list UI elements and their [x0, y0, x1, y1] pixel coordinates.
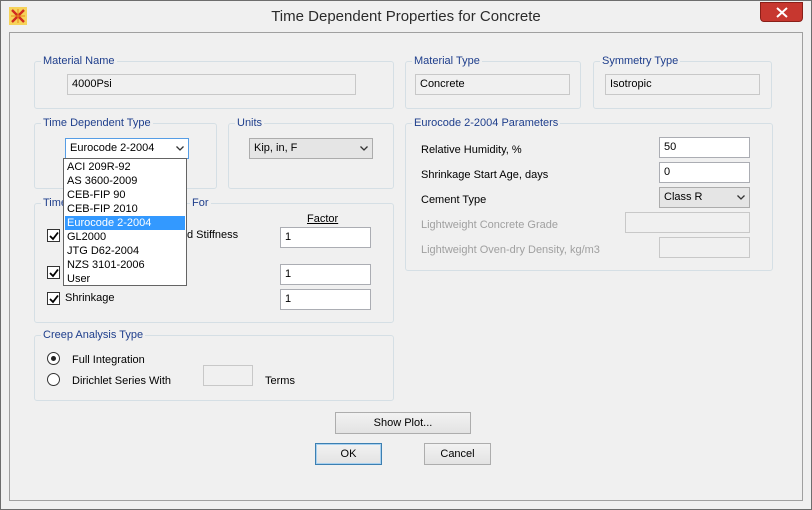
material-type-label: Material Type: [412, 55, 482, 67]
shrinkage-start-age-label: Shrinkage Start Age, days: [421, 169, 549, 181]
units-select[interactable]: Kip, in, F: [249, 138, 373, 159]
material-name-label: Material Name: [41, 55, 117, 67]
checkmark-icon: [49, 268, 59, 278]
dropdown-option[interactable]: CEB-FIP 2010: [65, 202, 185, 216]
eurocode-parameters-label: Eurocode 2-2004 Parameters: [412, 117, 561, 129]
lightweight-grade-input: [625, 212, 750, 233]
full-integration-label: Full Integration: [72, 354, 145, 366]
factor-header: Factor: [307, 213, 339, 225]
scale-checkbox-3[interactable]: [47, 292, 60, 305]
terms-input: [203, 365, 253, 386]
cement-type-select[interactable]: Class R: [659, 187, 750, 208]
relative-humidity-label: Relative Humidity, %: [421, 144, 522, 156]
material-type-group: Material Type Concrete: [405, 55, 581, 109]
material-type-field: Concrete: [415, 74, 570, 95]
time-dependent-type-value: Eurocode 2-2004: [70, 142, 155, 154]
time-dependent-type-dropdown-list[interactable]: ACI 209R-92 AS 3600-2009 CEB-FIP 90 CEB-…: [63, 158, 187, 286]
chevron-down-icon: [737, 195, 745, 200]
scale-factors-label-end: For: [190, 197, 211, 209]
full-integration-radio[interactable]: [47, 352, 60, 365]
eurocode-parameters-group: Eurocode 2-2004 Parameters Relative Humi…: [405, 117, 773, 271]
dropdown-option[interactable]: CEB-FIP 90: [65, 188, 185, 202]
scale-factor-3-input[interactable]: 1: [280, 289, 371, 310]
cement-type-value: Class R: [664, 191, 703, 203]
ok-button[interactable]: OK: [315, 443, 382, 465]
dropdown-option[interactable]: JTG D62-2004: [65, 244, 185, 258]
dropdown-option-selected[interactable]: Eurocode 2-2004: [65, 216, 185, 230]
dialog-window: Time Dependent Properties for Concrete M…: [0, 0, 812, 510]
scale-factor-2-input[interactable]: 1: [280, 264, 371, 285]
checkmark-icon: [49, 231, 59, 241]
window-title: Time Dependent Properties for Concrete: [271, 8, 541, 25]
dropdown-option[interactable]: ACI 209R-92: [65, 160, 185, 174]
lightweight-density-input: [659, 237, 750, 258]
show-plot-button[interactable]: Show Plot...: [335, 412, 471, 434]
time-dependent-type-label: Time Dependent Type: [41, 117, 153, 129]
dirichlet-series-label: Dirichlet Series With: [72, 375, 172, 387]
checkmark-icon: [49, 294, 59, 304]
units-value: Kip, in, F: [254, 142, 298, 154]
shrinkage-label: Shrinkage: [65, 292, 115, 304]
material-name-group: Material Name 4000Psi: [34, 55, 394, 109]
dirichlet-series-radio[interactable]: [47, 373, 60, 386]
close-icon: [776, 7, 788, 18]
chevron-down-icon: [176, 146, 184, 151]
dropdown-option[interactable]: AS 3600-2009: [65, 174, 185, 188]
cement-type-label: Cement Type: [421, 194, 487, 206]
dropdown-option[interactable]: User: [65, 272, 185, 286]
creep-analysis-group: Creep Analysis Type Full Integration Dir…: [34, 329, 394, 401]
symmetry-type-label: Symmetry Type: [600, 55, 681, 67]
units-group: Units Kip, in, F: [228, 117, 394, 189]
relative-humidity-input[interactable]: 50: [659, 137, 750, 158]
cancel-button[interactable]: Cancel: [424, 443, 491, 465]
scale-checkbox-1[interactable]: [47, 229, 60, 242]
shrinkage-start-age-input[interactable]: 0: [659, 162, 750, 183]
dropdown-option[interactable]: NZS 3101-2006: [65, 258, 185, 272]
time-dependent-type-select[interactable]: Eurocode 2-2004: [65, 138, 189, 159]
lightweight-grade-label: Lightweight Concrete Grade: [421, 219, 558, 231]
lightweight-density-label: Lightweight Oven-dry Density, kg/m3: [421, 244, 600, 256]
material-name-field: 4000Psi: [67, 74, 356, 95]
terms-label: Terms: [265, 375, 295, 387]
chevron-down-icon: [360, 146, 368, 151]
symmetry-type-field: Isotropic: [605, 74, 760, 95]
units-label: Units: [235, 117, 265, 129]
symmetry-type-group: Symmetry Type Isotropic: [593, 55, 772, 109]
creep-analysis-label: Creep Analysis Type: [41, 329, 146, 341]
close-button[interactable]: [760, 2, 803, 22]
scale-row-1-label: d Stiffness: [187, 229, 239, 241]
radio-selected-dot: [51, 356, 56, 361]
scale-checkbox-2[interactable]: [47, 266, 60, 279]
title-bar[interactable]: Time Dependent Properties for Concrete: [1, 1, 811, 32]
scale-factor-1-input[interactable]: 1: [280, 227, 371, 248]
dropdown-option[interactable]: GL2000: [65, 230, 185, 244]
